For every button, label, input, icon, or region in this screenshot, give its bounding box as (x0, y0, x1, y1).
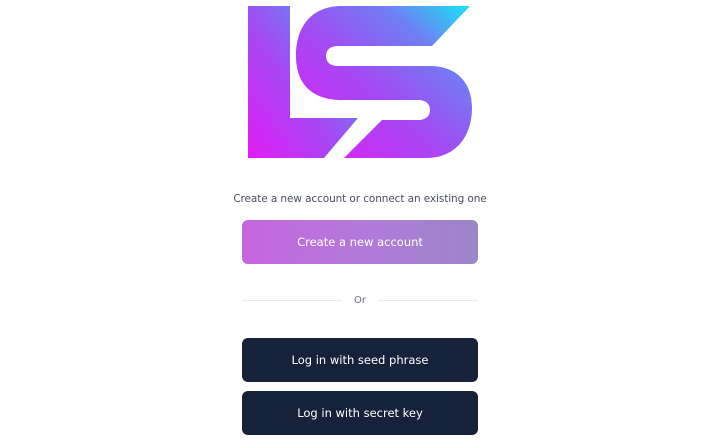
ls-logo (248, 6, 472, 158)
seed-phrase-login-label: Log in with seed phrase (291, 353, 429, 367)
divider-line-right (378, 299, 479, 301)
or-label: Or (354, 294, 366, 306)
intro-text: Create a new account or connect an exist… (233, 193, 487, 205)
welcome-screen: Create a new account or connect an exist… (0, 0, 720, 444)
or-divider: Or (242, 293, 479, 307)
seed-phrase-login-button[interactable]: Log in with seed phrase (242, 338, 478, 382)
divider-line-left (242, 299, 343, 301)
secret-key-login-button[interactable]: Log in with secret key (242, 391, 478, 435)
create-account-button[interactable]: Create a new account (242, 220, 478, 264)
secret-key-login-label: Log in with secret key (297, 406, 423, 420)
create-account-label: Create a new account (297, 235, 423, 249)
